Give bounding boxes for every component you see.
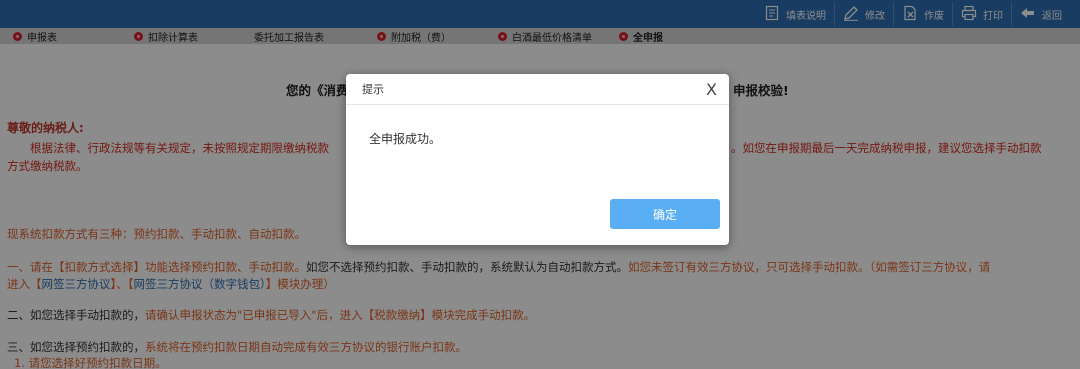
confirm-button[interactable]: 确定 (610, 199, 720, 229)
dialog-title: 提示 (362, 83, 384, 96)
close-icon[interactable]: X (706, 80, 717, 99)
dialog-message: 全申报成功。 (369, 132, 442, 146)
success-dialog: 提示 X 全申报成功。 确定 (346, 74, 729, 245)
dialog-header: 提示 X (346, 74, 729, 105)
